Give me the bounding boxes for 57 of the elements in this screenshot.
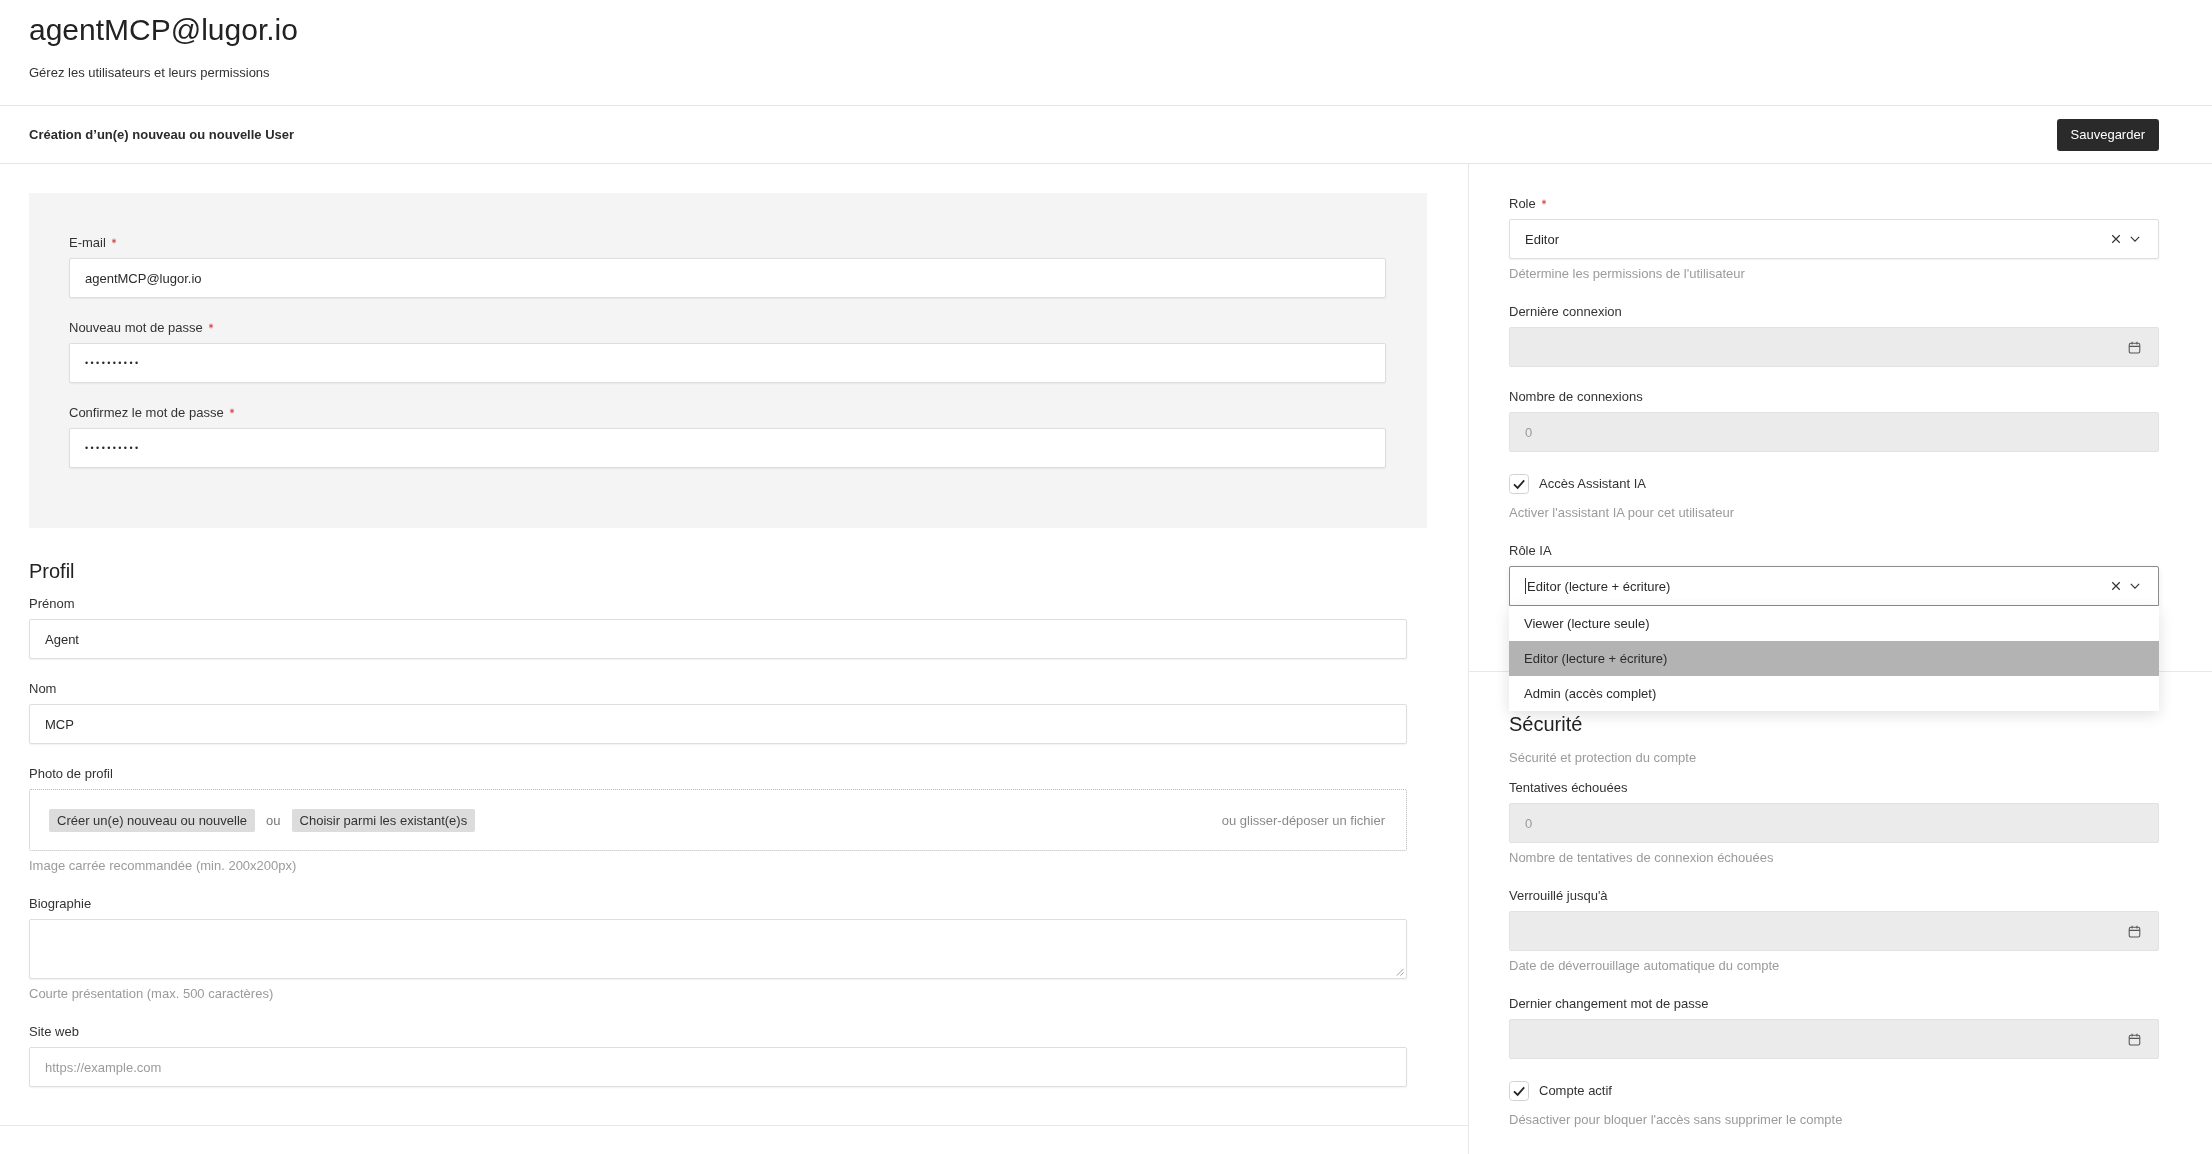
text-cursor [1525, 578, 1526, 594]
password-field[interactable]: •••••••••• [69, 343, 1386, 383]
text-field[interactable]: agentMCP@lugor.io [69, 258, 1386, 298]
dropdown-option[interactable]: Viewer (lecture seule) [1509, 606, 2159, 641]
clear-icon[interactable] [2111, 581, 2121, 591]
choose-existing-button[interactable]: Choisir parmi les existant(e)s [291, 808, 476, 832]
number-field: 0 [1509, 412, 2159, 452]
field-label: E-mail [69, 235, 106, 251]
page-subtitle: Gérez les utilisateurs et leurs permissions [29, 65, 271, 81]
text-field[interactable]: Agent [29, 619, 1407, 659]
select-field[interactable]: Editor (lecture + écriture) [1509, 566, 2159, 606]
field-label: Verrouillé jusqu'à [1509, 888, 1608, 904]
save-button[interactable]: Sauvegarder [2056, 118, 2159, 151]
section-description: Sécurité et protection du compte [1509, 750, 1698, 766]
help-text: Désactiver pour bloquer l'accès sans supprimer le compte [1509, 1112, 1844, 1128]
textarea-field[interactable] [29, 919, 1407, 979]
page-title: agentMCP@lugor.io [29, 12, 299, 48]
field-label: Confirmez le mot de passe [69, 405, 224, 421]
checkbox[interactable] [1509, 1081, 1529, 1101]
chevron-down-icon[interactable] [2130, 583, 2140, 589]
help-text: Activer l'assistant IA pour cet utilisateur [1509, 505, 1736, 521]
chevron-down-icon[interactable] [2130, 236, 2140, 242]
dropdown-option[interactable]: Editor (lecture + écriture) [1509, 641, 2159, 676]
field-label: Site web [29, 1024, 79, 1040]
clear-icon[interactable] [2111, 234, 2121, 244]
dropdown-option[interactable]: Admin (accès complet) [1509, 676, 2159, 711]
checkbox-label: Compte actif [1539, 1083, 1612, 1099]
create-new-button[interactable]: Créer un(e) nouveau ou nouvelle [49, 808, 256, 832]
field-label: Nom [29, 681, 57, 697]
section-heading: Sécurité [1509, 712, 1584, 736]
checkbox[interactable] [1509, 474, 1529, 494]
field-label: Photo de profil [29, 766, 113, 782]
field-label: Tentatives échouées [1509, 780, 1628, 796]
form-title: Création d’un(e) nouveau ou nouvelle User [29, 127, 295, 142]
file-drop-zone[interactable]: Créer un(e) nouveau ou nouvelle ou Choisir parmi les existant(e)s ou glisser-déposer un fichier [29, 789, 1407, 851]
help-text: Date de déverrouillage automatique du compte [1509, 958, 1781, 974]
section-heading: Profil [29, 559, 76, 583]
drop-hint: ou glisser-déposer un fichier [1221, 812, 1385, 828]
help-text: Image carrée recommandée (min. 200x200px) [29, 858, 298, 874]
select-field[interactable]: Editor [1509, 219, 2159, 259]
field-label: Dernière connexion [1509, 304, 1622, 320]
field-label: Nombre de connexions [1509, 389, 1643, 405]
password-field[interactable]: •••••••••• [69, 428, 1386, 468]
text-field[interactable]: MCP [29, 704, 1407, 744]
help-text: Détermine les permissions de l'utilisateur [1509, 266, 1746, 282]
checkbox-label: Accès Assistant IA [1539, 476, 1646, 492]
field-label: Dernier changement mot de passe [1509, 996, 1709, 1012]
help-text: Courte présentation (max. 500 caractères) [29, 986, 275, 1002]
field-label: Role [1509, 196, 1536, 212]
field-label: Biographie [29, 896, 92, 912]
field-label: Nouveau mot de passe [69, 320, 203, 336]
field-label: Rôle IA [1509, 543, 1552, 559]
help-text: Nombre de tentatives de connexion échouées [1509, 850, 1775, 866]
separator-text: ou [266, 812, 281, 828]
field-label: Prénom [29, 596, 75, 612]
resize-handle-icon[interactable] [1396, 968, 1404, 976]
number-field: 0 [1509, 803, 2159, 843]
